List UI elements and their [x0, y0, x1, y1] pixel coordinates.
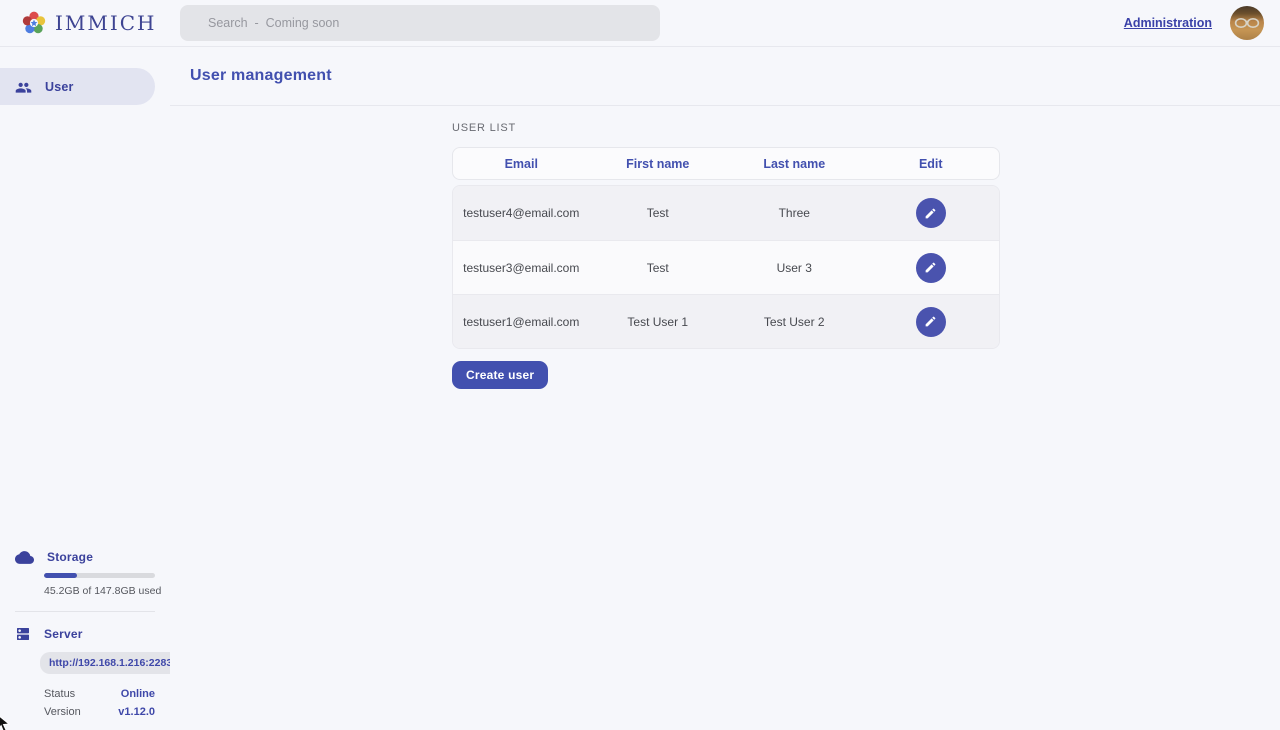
sidebar-item-user-label: User	[45, 80, 74, 94]
server-status-row: Status Online	[44, 688, 155, 700]
cell-first-name: Test	[590, 261, 727, 275]
server-label: Server	[44, 627, 83, 641]
topbar: IMMICH Administration	[0, 0, 1280, 47]
cell-last-name: Test User 2	[726, 315, 863, 329]
cell-email: testuser1@email.com	[453, 315, 590, 329]
page-title: User management	[190, 67, 332, 85]
immich-logo-icon	[21, 10, 47, 36]
column-header-edit: Edit	[863, 157, 1000, 171]
edit-user-button[interactable]	[916, 307, 946, 337]
user-list-section-label: USER LIST	[452, 122, 1280, 134]
column-header-last-name: Last name	[726, 157, 863, 171]
create-user-button[interactable]: Create user	[452, 361, 548, 389]
main-content: User management USER LIST Email First na…	[170, 47, 1280, 730]
user-avatar[interactable]	[1230, 6, 1264, 40]
server-status-label: Status	[44, 688, 75, 700]
storage-progress-track	[44, 573, 155, 578]
user-table: Email First name Last name Edit testuser…	[452, 147, 1000, 349]
edit-user-button[interactable]	[916, 198, 946, 228]
server-version-row: Version v1.12.0	[44, 706, 155, 718]
pencil-icon	[924, 315, 937, 328]
server-version-value: v1.12.0	[118, 706, 155, 718]
server-section: Server http://192.168.1.216:2283 Status …	[15, 626, 155, 718]
pencil-icon	[924, 207, 937, 220]
administration-link[interactable]: Administration	[1124, 16, 1212, 30]
user-table-body: testuser4@email.com Test Three	[452, 185, 1000, 349]
search-input[interactable]	[180, 5, 660, 41]
sidebar-item-user[interactable]: User	[0, 68, 155, 105]
column-header-first-name: First name	[590, 157, 727, 171]
storage-progress-fill	[44, 573, 77, 578]
page-header: User management	[170, 47, 1280, 106]
storage-label: Storage	[47, 550, 93, 564]
storage-section: Storage 45.2GB of 147.8GB used	[15, 550, 155, 597]
server-status-value: Online	[121, 688, 155, 700]
table-row: testuser1@email.com Test User 1 Test Use…	[453, 294, 999, 348]
user-table-header: Email First name Last name Edit	[452, 147, 1000, 180]
sidebar-divider	[15, 611, 155, 612]
server-url-badge: http://192.168.1.216:2283	[40, 652, 181, 674]
cloud-icon	[15, 551, 34, 564]
cell-email: testuser4@email.com	[453, 206, 590, 220]
storage-usage-text: 45.2GB of 147.8GB used	[44, 585, 155, 597]
cell-last-name: User 3	[726, 261, 863, 275]
table-row: testuser4@email.com Test Three	[453, 186, 999, 240]
server-icon	[15, 626, 31, 642]
people-icon	[15, 80, 32, 94]
cell-last-name: Three	[726, 206, 863, 220]
cell-email: testuser3@email.com	[453, 261, 590, 275]
cell-first-name: Test	[590, 206, 727, 220]
sidebar: User Storage 45.2GB of 147.8GB used	[0, 47, 170, 730]
column-header-email: Email	[453, 157, 590, 171]
mouse-cursor	[0, 711, 15, 730]
sidebar-bottom: Storage 45.2GB of 147.8GB used Server ht…	[0, 550, 170, 718]
cell-first-name: Test User 1	[590, 315, 727, 329]
server-version-label: Version	[44, 706, 81, 718]
table-row: testuser3@email.com Test User 3	[453, 240, 999, 294]
pencil-icon	[924, 261, 937, 274]
edit-user-button[interactable]	[916, 253, 946, 283]
topbar-right: Administration	[1124, 6, 1280, 40]
brand-name: IMMICH	[55, 11, 157, 35]
brand: IMMICH	[0, 10, 180, 36]
